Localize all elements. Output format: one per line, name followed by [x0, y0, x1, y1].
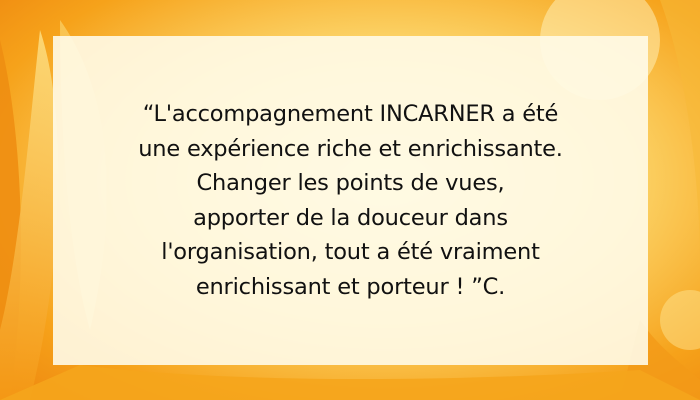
quote-line: l'organisation, tout a été vraiment — [161, 239, 540, 265]
testimonial-quote: “L'accompagnement INCARNER a été une exp… — [138, 97, 563, 304]
quote-line: “L'accompagnement INCARNER a été — [142, 101, 559, 127]
quote-line: une expérience riche et enrichissante. — [138, 135, 563, 162]
quote-line: apporter de la douceur dans — [193, 204, 508, 231]
quote-line: Changer les points de vues, — [196, 170, 505, 196]
quote-line: enrichissant et porteur ! ”C. — [195, 273, 506, 300]
quote-card: “L'accompagnement INCARNER a été une exp… — [53, 36, 648, 365]
